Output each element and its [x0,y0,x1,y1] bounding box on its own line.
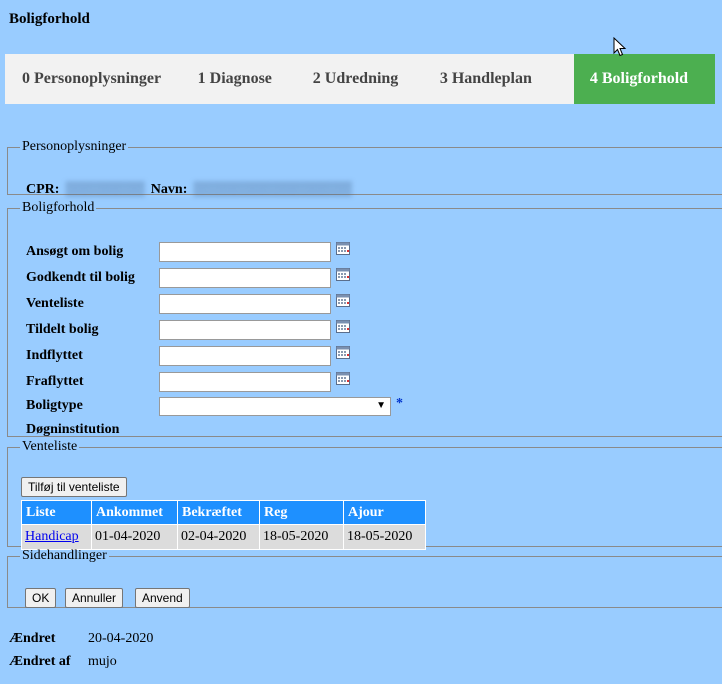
cell-bekraeftet: 02-04-2020 [177,524,260,550]
venteliste-label: Venteliste [26,296,84,311]
cancel-button[interactable]: Annuller [65,588,124,608]
changed-by-label: Ændret af [9,654,71,669]
column-header-liste: Liste [21,500,92,525]
navn-value-redacted: ▒▒▒▒▒▒▒▒▒▒▒▒▒▒▒▒ [193,182,353,197]
sidehandlinger-section: Sidehandlinger OK Annuller Anvend [7,548,722,608]
tab-boligforhold[interactable]: 4 Boligforhold [573,54,715,104]
boligforhold-legend: Boligforhold [22,200,95,215]
cell-liste: Handicap [21,524,92,550]
column-header-ajour: Ajour [343,500,426,525]
cell-ajour: 18-05-2020 [343,524,426,550]
boligforhold-section: Boligforhold Ansøgt om bolig Godkendt ti… [7,200,722,437]
table-row: Handicap 01-04-2020 02-04-2020 18-05-202… [21,524,426,550]
venteliste-input[interactable] [159,294,331,314]
personoplysninger-legend: Personoplysninger [22,139,127,154]
required-marker: * [396,396,403,411]
person-summary: CPR: ▒▒▒▒▒▒▒▒ Navn: ▒▒▒▒▒▒▒▒▒▒▒▒▒▒▒▒ [26,182,352,198]
venteliste-table: Liste Ankommet Bekræftet Reg Ajour Handi… [21,500,426,550]
column-header-reg: Reg [259,500,344,525]
column-header-bekraeftet: Bekræftet [177,500,260,525]
calendar-icon[interactable] [336,372,350,385]
dropdown-arrow-icon: ▼ [376,400,386,411]
ansoegt-om-bolig-label: Ansøgt om bolig [26,244,124,259]
calendar-icon[interactable] [336,242,350,255]
mouse-cursor-icon [613,37,627,57]
tildelt-bolig-label: Tildelt bolig [26,322,99,337]
venteliste-section: Venteliste Tilføj til venteliste Liste A… [7,439,722,550]
apply-button[interactable]: Anvend [135,588,190,608]
tab-udredning[interactable]: 2 Udredning [313,54,440,104]
ok-button[interactable]: OK [25,588,57,608]
changed-by-user: mujo [88,654,117,669]
fraflyttet-input[interactable] [159,372,331,392]
indflyttet-label: Indflyttet [26,348,83,363]
add-to-venteliste-button[interactable]: Tilføj til venteliste [21,477,127,497]
cpr-label: CPR: [26,182,60,197]
tab-bar: 0 Personoplysninger 1 Diagnose 2 Udredni… [5,54,715,104]
changed-label: Ændret [9,631,56,646]
tab-diagnose[interactable]: 1 Diagnose [198,54,313,104]
changed-date: 20-04-2020 [88,631,154,646]
tildelt-bolig-input[interactable] [159,320,331,340]
tab-personoplysninger[interactable]: 0 Personoplysninger [5,54,198,104]
table-header-row: Liste Ankommet Bekræftet Reg Ajour [21,500,426,525]
calendar-icon[interactable] [336,346,350,359]
sidehandlinger-legend: Sidehandlinger [22,548,107,563]
tab-handleplan[interactable]: 3 Handleplan [440,54,574,104]
cell-ankommet: 01-04-2020 [91,524,178,550]
personoplysninger-section: Personoplysninger CPR: ▒▒▒▒▒▒▒▒ Navn: ▒▒… [7,139,722,198]
ansoegt-om-bolig-input[interactable] [159,242,331,262]
column-header-ankommet: Ankommet [91,500,178,525]
calendar-icon[interactable] [336,268,350,281]
boligtype-label: Boligtype [26,398,83,413]
cell-reg: 18-05-2020 [259,524,344,550]
calendar-icon[interactable] [336,320,350,333]
liste-link[interactable]: Handicap [25,529,79,544]
boligtype-select[interactable]: ▼ [159,397,391,416]
indflyttet-input[interactable] [159,346,331,366]
navn-label: Navn: [150,182,188,197]
venteliste-legend: Venteliste [22,439,78,454]
godkendt-til-bolig-label: Godkendt til bolig [26,270,135,285]
doegninstitution-label: Døgninstitution [26,422,120,437]
cpr-value-redacted: ▒▒▒▒▒▒▒▒ [65,182,145,197]
calendar-icon[interactable] [336,294,350,307]
godkendt-til-bolig-input[interactable] [159,268,331,288]
fraflyttet-label: Fraflyttet [26,374,84,389]
page-title: Boligforhold [9,11,90,27]
